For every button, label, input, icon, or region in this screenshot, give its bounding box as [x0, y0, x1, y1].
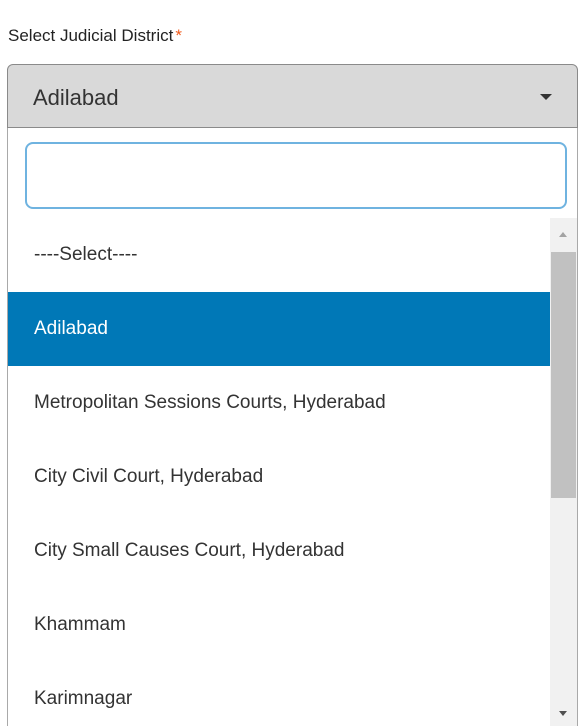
required-marker: *: [175, 26, 182, 45]
selected-value: Adilabad: [33, 85, 119, 110]
dropdown-panel: ----Select---- Adilabad Metropolitan Ses…: [7, 128, 578, 726]
option-city-small-causes-court-hyderabad[interactable]: City Small Causes Court, Hyderabad: [8, 514, 550, 588]
scroll-up-arrow-icon[interactable]: [559, 232, 567, 237]
caret-down-icon[interactable]: [540, 94, 552, 100]
scroll-down-arrow-icon[interactable]: [559, 711, 567, 716]
scrollbar-thumb[interactable]: [551, 252, 576, 498]
option-karimnagar[interactable]: Karimnagar: [8, 662, 550, 726]
dropdown-search-input[interactable]: [25, 142, 567, 209]
option-metropolitan-sessions-courts-hyderabad[interactable]: Metropolitan Sessions Courts, Hyderabad: [8, 366, 550, 440]
options-list: ----Select---- Adilabad Metropolitan Ses…: [8, 218, 550, 726]
judicial-district-select[interactable]: Adilabad: [7, 64, 578, 128]
field-label-text: Select Judicial District: [8, 26, 174, 45]
option-khammam[interactable]: Khammam: [8, 588, 550, 662]
field-label: Select Judicial District *: [8, 26, 182, 46]
option-adilabad[interactable]: Adilabad: [8, 292, 550, 366]
judicial-district-select-screen: Select Judicial District * Adilabad ----S…: [0, 0, 582, 726]
option-city-civil-court-hyderabad[interactable]: City Civil Court, Hyderabad: [8, 440, 550, 514]
options-scrollbar[interactable]: [550, 218, 577, 726]
option-select-placeholder[interactable]: ----Select----: [8, 218, 550, 292]
